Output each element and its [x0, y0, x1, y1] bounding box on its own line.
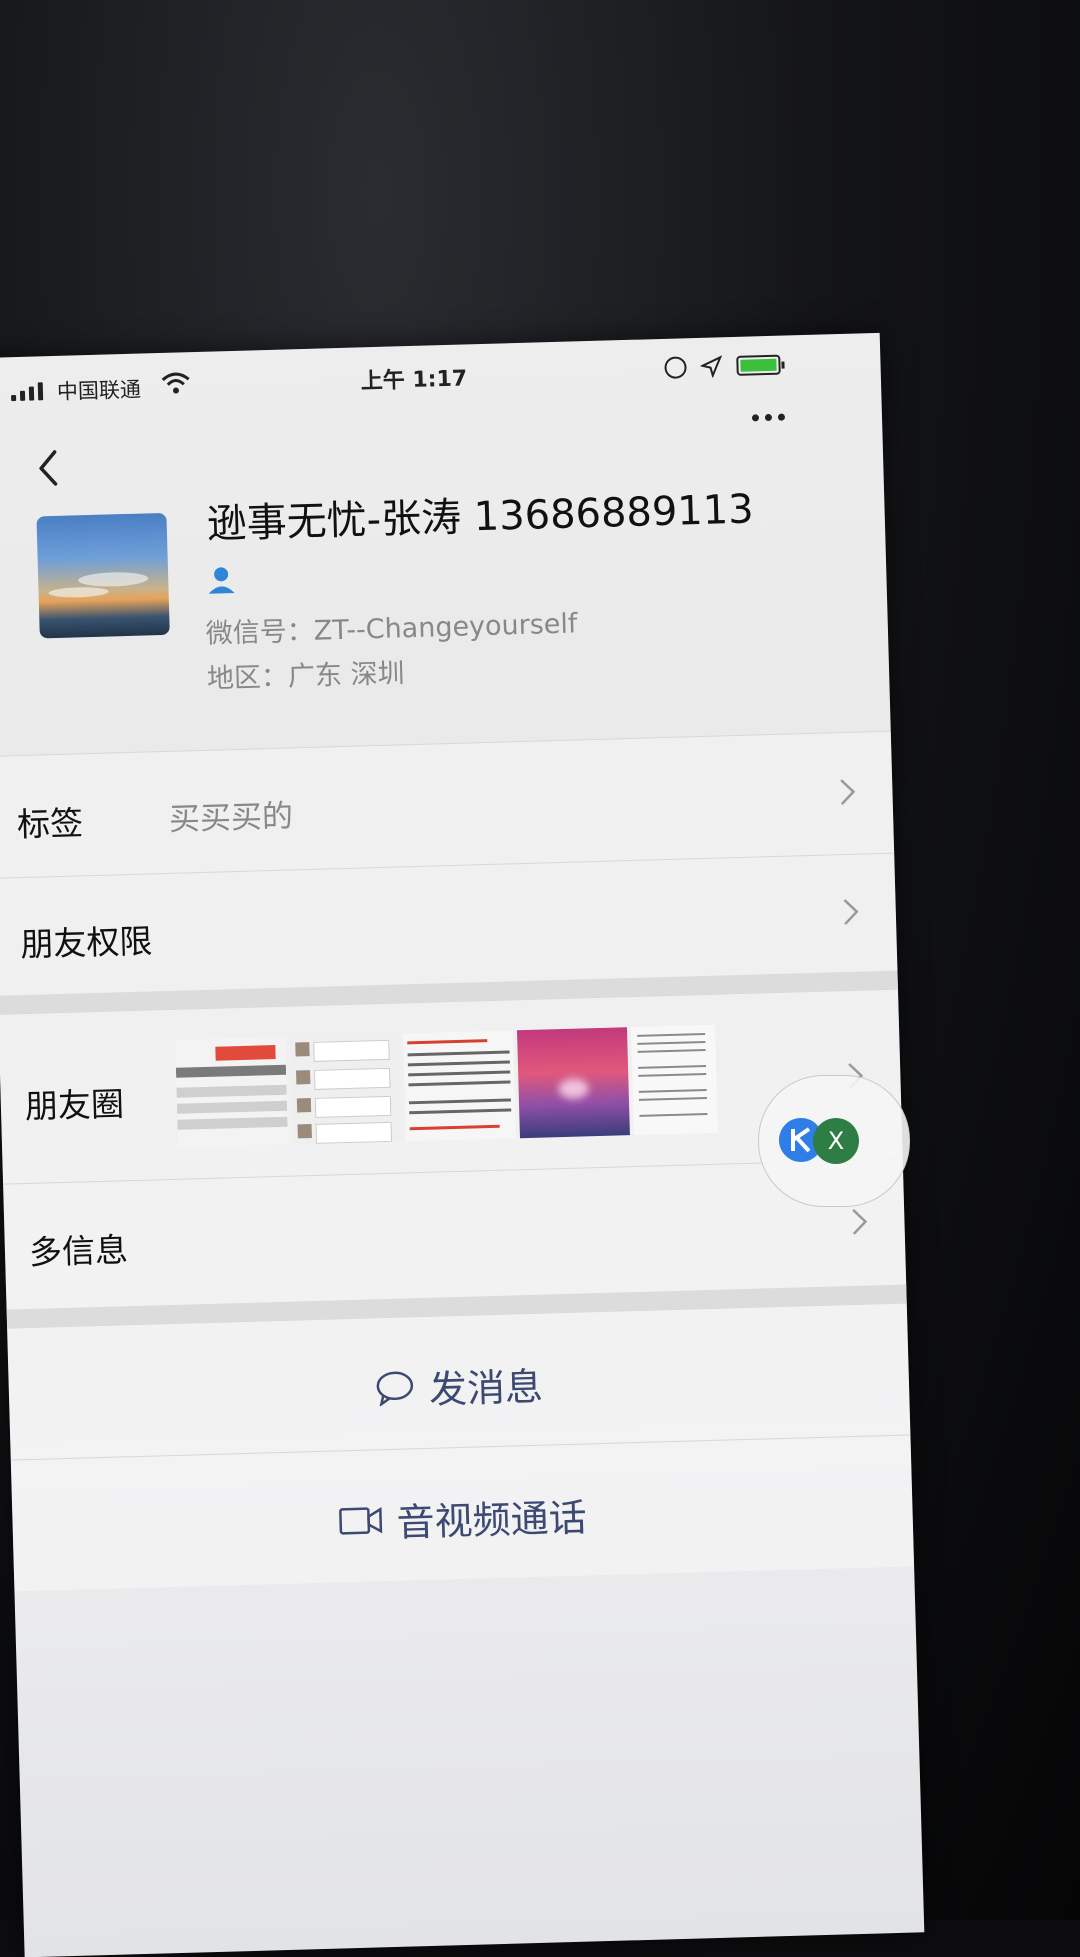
send-message-label: 发消息: [428, 1364, 544, 1412]
video-call-button[interactable]: 音视频通话: [10, 1434, 915, 1592]
video-camera-icon: [339, 1506, 383, 1535]
region: 地区：广东 深圳: [206, 658, 406, 695]
send-message-action: 发消息: [8, 1345, 909, 1425]
more-options-icon[interactable]: [751, 413, 786, 422]
wifi-icon: [161, 372, 190, 394]
signal-icon: [11, 382, 44, 402]
tags-value: 买买买的: [168, 798, 294, 838]
chevron-right-icon: [852, 1209, 868, 1235]
chevron-right-icon: [840, 779, 856, 805]
chevron-right-icon: [843, 899, 859, 925]
moments-thumbnail: [175, 1036, 289, 1148]
friend-permissions-label: 朋友权限: [19, 921, 153, 965]
avatar[interactable]: [36, 512, 170, 639]
carrier-name: 中国联通: [56, 377, 142, 404]
close-icon[interactable]: X: [813, 1118, 859, 1164]
moments-label: 朋友圈: [24, 1084, 125, 1127]
video-call-label: 音视频通话: [396, 1495, 588, 1545]
rotation-lock-icon: [664, 356, 687, 379]
clock: 上午 1:17: [360, 366, 468, 395]
location-icon: [700, 355, 723, 378]
chat-bubble-icon: [376, 1371, 414, 1406]
back-arrow-icon[interactable]: [33, 448, 64, 489]
tags-label: 标签: [16, 803, 84, 845]
user-icon: [208, 567, 235, 594]
contact-name: 逊事无忧-张涛 13686889113: [206, 486, 755, 548]
wechat-id: 微信号：ZT--Changeyourself: [205, 608, 578, 650]
moments-thumbnail: [289, 1033, 403, 1145]
send-message-button[interactable]: 发消息: [7, 1302, 911, 1460]
more-info-label: 多信息: [28, 1230, 129, 1272]
moments-thumbnail: [630, 1024, 718, 1136]
battery-icon: [736, 354, 785, 376]
moments-thumbnail: [516, 1027, 630, 1139]
moments-thumbnail: [403, 1030, 516, 1142]
floating-app-bubble[interactable]: X: [758, 1075, 910, 1207]
video-call-action: 音视频通话: [12, 1477, 913, 1557]
